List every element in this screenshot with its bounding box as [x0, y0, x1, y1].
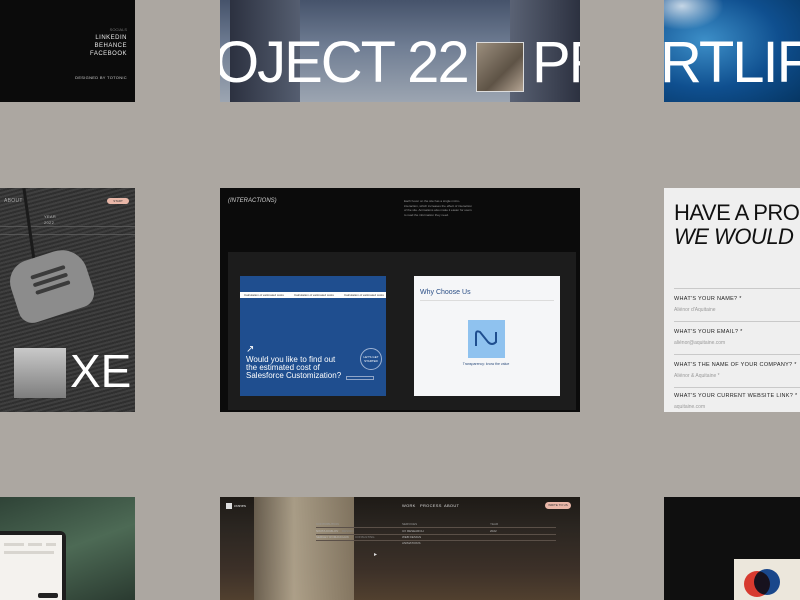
project-thumbnail — [476, 42, 524, 92]
services-header: SERVICES — [402, 522, 418, 526]
portfolio-card-poster[interactable] — [664, 497, 800, 600]
cursor-icon: ▸ — [374, 552, 378, 558]
contribution-header: CONTRIBUTION — [316, 522, 339, 526]
socials-label: SOCIALS — [109, 27, 127, 32]
cranes-logo: cranes — [226, 503, 246, 509]
computer-mouse-image — [4, 243, 98, 327]
year-value: 2022 — [490, 529, 497, 533]
company-field[interactable]: Aliénor & Aquitaine * — [674, 373, 720, 379]
interactions-heading: (INTERACTIONS) — [228, 198, 277, 204]
service-item: WEB DESIGN — [402, 535, 422, 539]
calc-input[interactable] — [346, 376, 374, 380]
service-item: UX RESEARCH — [402, 529, 424, 533]
blue-circle-shape — [754, 569, 780, 595]
portfolio-card-project22[interactable]: OJECT 22 PR — [220, 0, 580, 102]
link-behance[interactable]: BEHANCE — [94, 43, 127, 49]
portfolio-card-socials[interactable]: SOCIALS LINKEDIN BEHANCE FACEBOOK DESIGN… — [0, 0, 135, 102]
contributor-role: CONSULTING — [355, 535, 375, 539]
calc-question: Would you like to find out the estimated… — [246, 355, 342, 380]
form-question-email: WHAT'S YOUR EMAIL? * — [674, 329, 743, 335]
interactions-description: Each hover on the site has a single micr… — [404, 199, 472, 217]
form-headline-1: HAVE A PRO — [674, 200, 800, 225]
link-facebook[interactable]: FACEBOOK — [90, 51, 127, 57]
year-value: 2022 — [44, 220, 55, 225]
mouse-cable — [22, 188, 37, 268]
get-started-button[interactable]: LET'S GET STARTED — [360, 348, 382, 370]
nav-about[interactable]: ABOUT — [444, 503, 459, 508]
divider — [674, 354, 800, 355]
nav-work[interactable]: WORK — [402, 503, 416, 508]
calc-tab[interactable]: Calculation of estimated costs — [344, 292, 384, 298]
year-label: YEAR — [44, 214, 57, 219]
portfolio-card-mouse[interactable]: ABOUT YEAR 2022 START PROJECT XE — [0, 188, 135, 412]
water-splash-image — [664, 0, 724, 30]
write-to-us-button[interactable]: WRITE TO US — [545, 502, 571, 509]
start-project-badge[interactable]: START PROJECT — [107, 198, 129, 209]
arrow-up-right-icon: ↗ — [246, 344, 255, 355]
portfolio-card-tablet[interactable] — [0, 497, 135, 600]
xe-headline: XE — [70, 345, 132, 397]
name-field[interactable]: Aliénor d'Aquitaine — [674, 307, 716, 313]
link-linkedin[interactable]: LINKEDIN — [95, 35, 127, 41]
office-photo — [14, 348, 66, 398]
sportlife-headline: RTLIF — [664, 30, 800, 95]
form-question-website: WHAT'S YOUR CURRENT WEBSITE LINK? * — [674, 393, 798, 399]
tablet-button — [38, 593, 58, 598]
divider — [0, 226, 135, 227]
cost-calculator-preview[interactable]: Calculation of estimated costs Calculati… — [240, 276, 386, 396]
why-caption: Transparency: know the value — [462, 362, 510, 366]
portfolio-card-sportlife[interactable]: RTLIF — [664, 0, 800, 102]
about-label: ABOUT — [4, 198, 23, 204]
logo-text: cranes — [234, 503, 247, 509]
transparency-logo-icon — [468, 320, 505, 358]
year-header: YEAR — [490, 522, 499, 526]
project-headline-tail: PR — [532, 30, 580, 95]
why-choose-us-title: Why Choose Us — [420, 289, 471, 296]
divider — [674, 321, 800, 322]
divider — [316, 540, 556, 541]
why-choose-us-preview[interactable]: Why Choose Us Transparency: know the val… — [414, 276, 560, 396]
contributor-role: DESIGN — [342, 529, 354, 533]
blue-preview-panel: Calculation of estimated costs Calculati… — [228, 252, 402, 410]
poster-image — [734, 559, 800, 600]
calc-tabs: Calculation of estimated costs Calculati… — [240, 292, 386, 298]
fabric-image — [254, 497, 354, 600]
designed-by: DESIGNED BY TOTONIC — [75, 75, 127, 80]
portfolio-card-interactions[interactable]: (INTERACTIONS) Each hover on the site ha… — [220, 188, 580, 412]
calc-tab[interactable]: Calculation of estimated costs — [294, 292, 334, 298]
contributor: NIKITA KOZLOV — [316, 529, 339, 533]
divider — [674, 387, 800, 388]
divider — [420, 300, 554, 301]
portfolio-card-cranes[interactable]: cranes WORK PROCESS ABOUT WRITE TO US CO… — [220, 497, 580, 600]
white-preview-panel: Why Choose Us Transparency: know the val… — [402, 252, 576, 410]
service-item: ANIMATIONS — [402, 541, 421, 545]
form-question-name: WHAT'S YOUR NAME? * — [674, 296, 742, 302]
contributor: SERGEY ROMANCHUK — [316, 535, 349, 539]
divider — [674, 288, 800, 289]
form-question-company: WHAT'S THE NAME OF YOUR COMPANY? * — [674, 362, 797, 368]
logo-mark-icon — [226, 503, 232, 509]
tablet-screen — [0, 535, 62, 600]
divider — [316, 527, 556, 528]
portfolio-card-contact-form[interactable]: HAVE A PRO WE WOULD WHAT'S YOUR NAME? * … — [664, 188, 800, 412]
nav-process[interactable]: PROCESS — [420, 503, 442, 508]
website-field[interactable]: aquitaine.com — [674, 404, 705, 410]
calc-tab[interactable]: Calculation of estimated costs — [244, 292, 284, 298]
email-field[interactable]: aliénor@aquitaine.com — [674, 340, 725, 346]
divider — [0, 234, 135, 235]
form-headline-2: WE WOULD — [674, 224, 794, 249]
project-headline: OJECT 22 — [220, 30, 470, 95]
divider — [316, 534, 556, 535]
